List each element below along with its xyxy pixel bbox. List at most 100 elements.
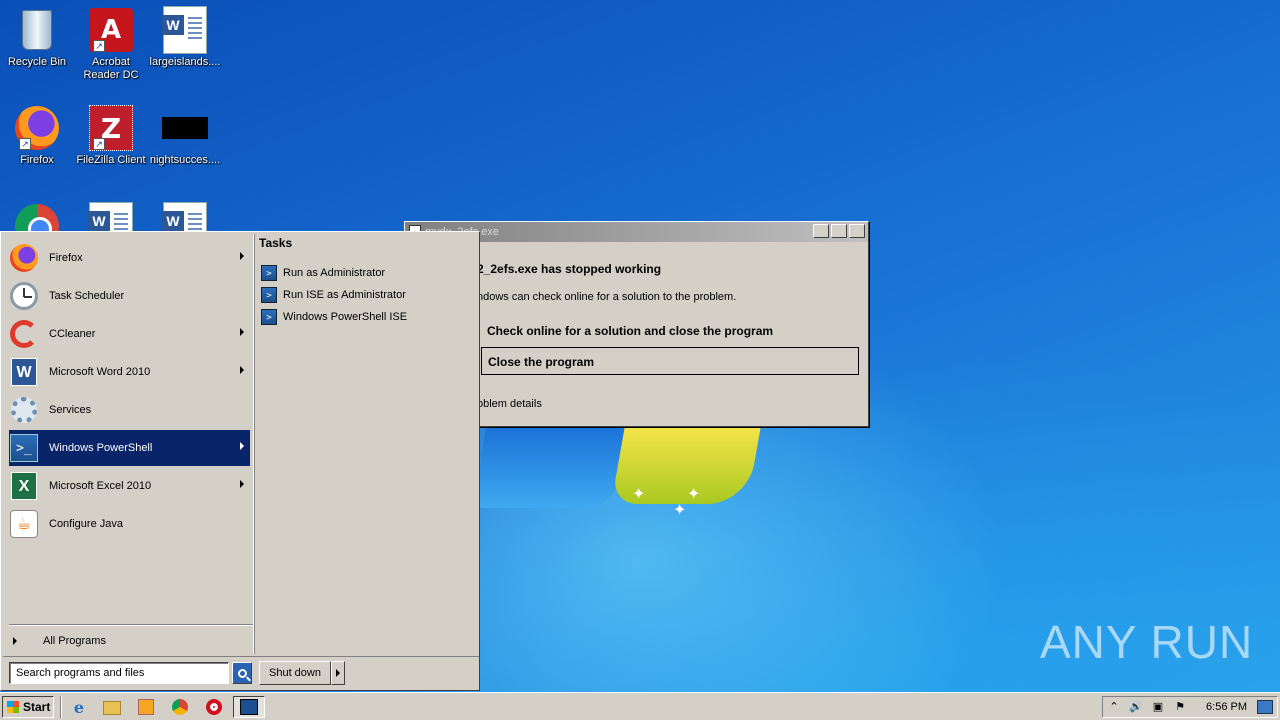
start-item-label: Configure Java bbox=[49, 518, 123, 530]
shortcut-arrow-icon: ↗ bbox=[19, 138, 31, 150]
jump-list-panel: Tasks > Run as Administrator > Run ISE a… bbox=[257, 234, 479, 654]
desktop-icon-label: FileZilla Client bbox=[76, 154, 146, 166]
desktop-icon-acrobat[interactable]: A ↗ Acrobat Reader DC bbox=[74, 6, 148, 82]
separator bbox=[9, 624, 253, 626]
start-item-services[interactable]: Services bbox=[9, 392, 250, 428]
watermark-text: ANY RUN bbox=[1040, 616, 1254, 668]
firefox-icon bbox=[10, 244, 38, 272]
check-online-option[interactable]: Check online for a solution and close th… bbox=[481, 317, 859, 345]
shutdown-options-button[interactable] bbox=[331, 661, 345, 685]
excel-icon: X bbox=[11, 472, 37, 500]
close-program-option[interactable]: Close the program bbox=[481, 347, 859, 375]
submenu-arrow-icon bbox=[240, 442, 244, 450]
all-programs-button[interactable]: All Programs bbox=[13, 635, 106, 647]
start-item-ccleaner[interactable]: CCleaner bbox=[9, 316, 250, 352]
task-run-as-admin[interactable]: > Run as Administrator bbox=[261, 263, 385, 283]
all-programs-label: All Programs bbox=[43, 635, 106, 647]
tasks-heading: Tasks bbox=[259, 236, 293, 250]
start-item-firefox[interactable]: Firefox bbox=[9, 240, 250, 276]
shortcut-arrow-icon: ↗ bbox=[93, 40, 105, 52]
volume-icon[interactable]: 🔊 bbox=[1129, 700, 1143, 714]
start-item-label: CCleaner bbox=[49, 328, 96, 340]
submenu-arrow-icon bbox=[240, 480, 244, 488]
desktop-icon-filezilla[interactable]: Z ↗ FileZilla Client bbox=[74, 104, 148, 167]
ie-icon[interactable]: e bbox=[70, 698, 88, 717]
start-item-label: Services bbox=[49, 404, 92, 416]
start-menu-footer: Search programs and files Shut down bbox=[3, 656, 479, 690]
start-item-word[interactable]: W Microsoft Word 2010 bbox=[9, 354, 250, 390]
problem-details-toggle[interactable]: oblem details bbox=[477, 398, 542, 410]
sparkle-icon: ✦ bbox=[632, 484, 646, 503]
media-player-icon[interactable] bbox=[137, 698, 155, 716]
desktop-icon-largeislands[interactable]: largeislands.... bbox=[148, 6, 222, 69]
desktop-icon-nightsucces[interactable]: nightsucces.... bbox=[148, 104, 222, 167]
shutdown-button[interactable]: Shut down bbox=[259, 661, 331, 685]
start-item-powershell[interactable]: >_ Windows PowerShell bbox=[9, 430, 250, 466]
sparkle-icon: ✦ bbox=[673, 500, 687, 519]
desktop-icon-label: Firefox bbox=[20, 154, 54, 166]
chrome-icon[interactable] bbox=[171, 698, 189, 716]
windows-logo-blue-pane bbox=[474, 428, 626, 508]
folder-icon[interactable] bbox=[103, 698, 121, 716]
taskbar: Start e ⌃ 🔊 ▣ ⚑ 6:56 PM bbox=[0, 692, 1280, 720]
powershell-icon: >_ bbox=[10, 434, 38, 462]
sparkle-icon: ✦ bbox=[687, 484, 701, 503]
powershell-ise-icon: > bbox=[261, 287, 277, 303]
system-tray: ⌃ 🔊 ▣ ⚑ 6:56 PM bbox=[1102, 696, 1278, 718]
start-item-label: Microsoft Word 2010 bbox=[49, 366, 151, 378]
start-item-label: Task Scheduler bbox=[49, 290, 125, 302]
flag-icon[interactable]: ⚑ bbox=[1173, 700, 1187, 714]
start-item-java[interactable]: ☕ Configure Java bbox=[9, 506, 250, 542]
taskbar-powershell-window[interactable] bbox=[233, 696, 265, 718]
start-item-excel[interactable]: X Microsoft Excel 2010 bbox=[9, 468, 250, 504]
task-label: Windows PowerShell ISE bbox=[283, 311, 408, 323]
show-desktop-icon[interactable] bbox=[1257, 700, 1273, 714]
search-button[interactable] bbox=[232, 662, 252, 684]
submenu-arrow-icon bbox=[240, 328, 244, 336]
desktop-icon-label: largeislands.... bbox=[149, 56, 221, 68]
task-label: Run ISE as Administrator bbox=[283, 289, 406, 301]
powershell-ise-icon: > bbox=[261, 309, 277, 325]
minimize-button[interactable]: _ bbox=[813, 224, 829, 238]
ccleaner-icon bbox=[10, 320, 38, 348]
recycle-bin-icon bbox=[22, 10, 52, 50]
desktop-icon-label: Recycle Bin bbox=[7, 56, 67, 68]
dialog-heading: 2_2efs.exe has stopped working bbox=[477, 262, 662, 276]
windows-flag-icon bbox=[7, 701, 19, 713]
network-icon[interactable]: ▣ bbox=[1151, 700, 1165, 714]
search-input[interactable]: Search programs and files bbox=[9, 662, 229, 684]
start-label: Start bbox=[23, 700, 51, 714]
start-menu-programs: Firefox Task Scheduler CCleaner W Micros… bbox=[3, 234, 254, 654]
task-run-ise-as-admin[interactable]: > Run ISE as Administrator bbox=[261, 285, 406, 305]
shortcut-arrow-icon: ↗ bbox=[93, 138, 105, 150]
start-item-task-scheduler[interactable]: Task Scheduler bbox=[9, 278, 250, 314]
desktop-icon-label: Acrobat Reader DC bbox=[83, 56, 139, 81]
submenu-arrow-icon bbox=[240, 252, 244, 260]
close-button[interactable]: ✕ bbox=[849, 224, 865, 238]
word-icon: W bbox=[11, 358, 37, 386]
opera-icon[interactable] bbox=[205, 698, 223, 716]
desktop-icon-label: nightsucces.... bbox=[149, 154, 221, 166]
start-item-label: Firefox bbox=[49, 252, 83, 264]
word-doc-icon bbox=[162, 6, 207, 54]
dialog-subtext: ndows can check online for a solution to… bbox=[477, 291, 737, 303]
clock[interactable]: 6:56 PM bbox=[1206, 701, 1247, 713]
start-button[interactable]: Start bbox=[2, 696, 54, 718]
powershell-icon: > bbox=[261, 265, 277, 281]
task-powershell-ise[interactable]: > Windows PowerShell ISE bbox=[261, 307, 407, 327]
desktop-icon-recycle-bin[interactable]: Recycle Bin bbox=[0, 6, 74, 69]
anyrun-watermark: ANY RUN bbox=[1040, 612, 1253, 672]
desktop-icon-firefox[interactable]: ↗ Firefox bbox=[0, 104, 74, 167]
start-item-label: Microsoft Excel 2010 bbox=[49, 480, 152, 492]
expand-arrow-icon bbox=[13, 637, 17, 646]
powershell-window-icon bbox=[240, 699, 258, 715]
black-file-icon bbox=[162, 117, 208, 139]
separator bbox=[60, 696, 62, 718]
clock-icon bbox=[10, 282, 38, 310]
chevron-up-icon[interactable]: ⌃ bbox=[1107, 700, 1121, 714]
java-icon: ☕ bbox=[10, 510, 38, 538]
maximize-button[interactable]: □ bbox=[831, 224, 847, 238]
task-label: Run as Administrator bbox=[283, 267, 386, 279]
search-icon bbox=[237, 668, 247, 678]
gear-icon bbox=[11, 397, 37, 423]
